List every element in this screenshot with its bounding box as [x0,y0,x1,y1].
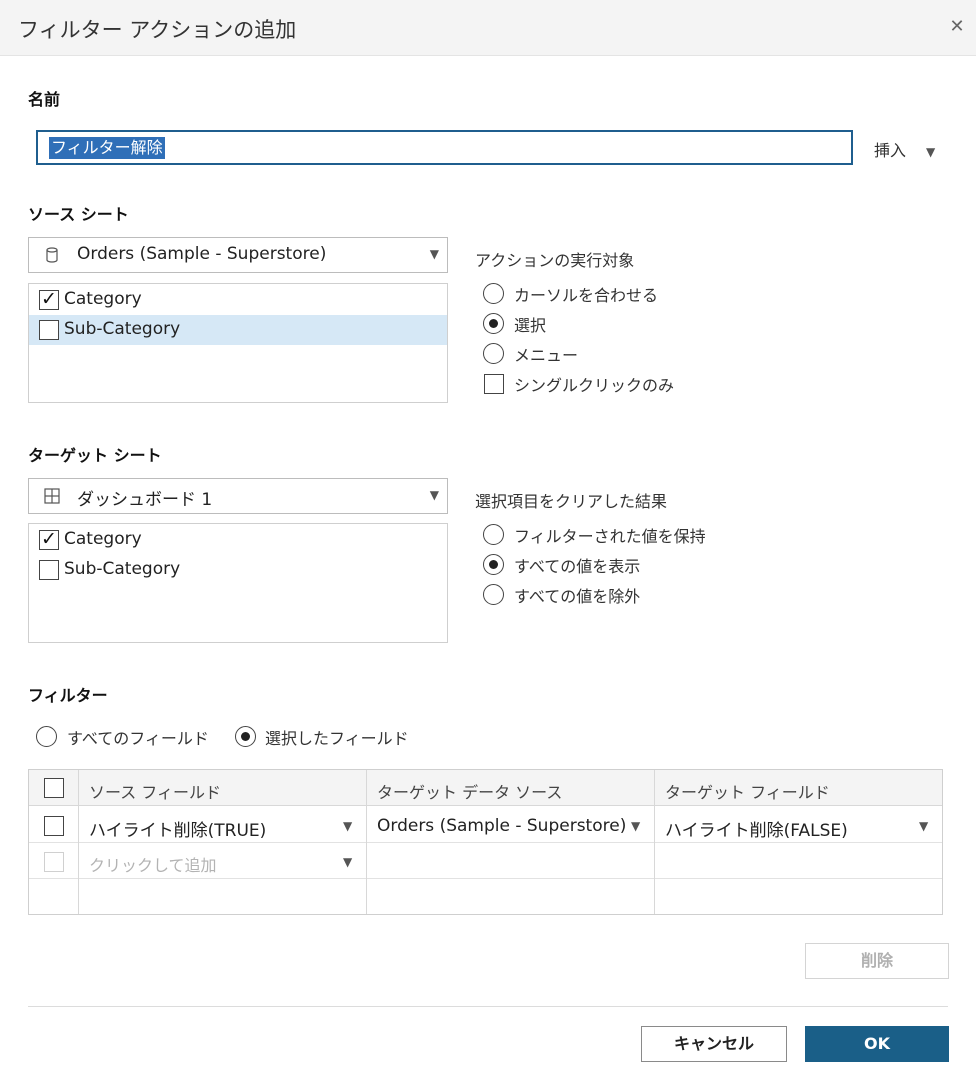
radio-select[interactable] [483,313,504,334]
list-item[interactable]: Sub-Category [29,315,447,345]
source-sheet-dropdown[interactable]: Orders (Sample - Superstore) ▼ [28,237,448,273]
list-item[interactable]: Sub-Category [29,555,447,585]
chevron-down-icon: ▼ [429,247,439,261]
checkbox[interactable] [39,560,59,580]
list-item-label: Sub-Category [64,319,181,339]
column-header-source-field: ソース フィールド [89,783,221,802]
chevron-down-icon[interactable]: ▼ [919,819,928,833]
chevron-down-icon[interactable]: ▼ [343,855,352,869]
chevron-down-icon: ▼ [926,145,936,159]
add-field-placeholder[interactable]: クリックして追加 [89,852,339,876]
column-divider [366,770,367,914]
radio-all-fields[interactable] [36,726,57,747]
target-sheets-label: ターゲット シート [28,446,162,465]
radio-show-all-label: すべての値を表示 [514,557,641,576]
radio-all-fields-label: すべてのフィールド [67,729,209,748]
source-field-cell[interactable]: ハイライト削除(TRUE) [89,816,339,841]
list-item-label: Category [64,529,142,549]
list-item-label: Sub-Category [64,559,181,579]
insert-label: 挿入 [874,141,907,160]
radio-menu-label: メニュー [514,346,579,365]
cancel-button[interactable]: キャンセル [641,1026,787,1062]
target-sheet-dropdown[interactable]: ダッシュボード 1 ▼ [28,478,448,514]
target-field-cell[interactable]: ハイライト削除(FALSE) [665,816,915,841]
column-divider [654,770,655,914]
run-action-on-heading: アクションの実行対象 [475,251,635,270]
select-all-checkbox[interactable] [44,778,64,798]
database-icon [46,247,58,263]
radio-selected-fields[interactable] [235,726,256,747]
name-input-value: フィルター解除 [49,137,165,159]
column-header-target-field: ターゲット フィールド [665,783,830,802]
source-sheets-label: ソース シート [28,205,129,224]
radio-exclude-all[interactable] [483,584,504,605]
chevron-down-icon: ▼ [429,488,439,502]
radio-menu[interactable] [483,343,504,364]
radio-hover[interactable] [483,283,504,304]
clear-selection-heading: 選択項目をクリアした結果 [475,492,668,511]
row-divider [29,842,942,843]
dialog-title: フィルター アクションの追加 [18,18,297,42]
list-item-label: Category [64,289,142,309]
target-sheet-value: ダッシュボード 1 [77,490,213,510]
single-click-label: シングルクリックのみ [514,376,675,395]
close-icon[interactable]: ✕ [946,16,968,38]
radio-show-all[interactable] [483,554,504,575]
radio-exclude-all-label: すべての値を除外 [514,587,641,606]
filter-label: フィルター [28,686,108,705]
source-sheet-value: Orders (Sample - Superstore) [77,244,327,264]
delete-button[interactable]: 削除 [805,943,949,979]
radio-keep-filtered[interactable] [483,524,504,545]
column-divider [78,770,79,914]
row-checkbox[interactable] [44,816,64,836]
row-divider [29,878,942,879]
name-label: 名前 [28,90,61,109]
footer-divider [28,1006,948,1007]
target-source-cell[interactable]: Orders (Sample - Superstore) [377,816,626,836]
dashboard-grid-icon [44,488,60,504]
ok-button[interactable]: OK [805,1026,949,1062]
target-sheet-list: Category Sub-Category [28,523,448,643]
list-item[interactable]: Category [29,285,447,315]
radio-selected-fields-label: 選択したフィールド [265,729,409,748]
radio-hover-label: カーソルを合わせる [514,286,659,305]
insert-menu-button[interactable]: 挿入 ▼ [874,137,935,161]
list-item[interactable]: Category [29,525,447,555]
checkbox[interactable] [39,288,59,310]
chevron-down-icon[interactable]: ▼ [631,819,640,833]
radio-keep-filtered-label: フィルターされた値を保持 [514,527,706,546]
checkbox[interactable] [39,528,59,550]
name-input[interactable]: フィルター解除 [36,130,853,165]
column-header-target-source: ターゲット データ ソース [377,783,563,802]
single-click-checkbox[interactable] [484,374,504,394]
source-sheet-list: Category Sub-Category [28,283,448,403]
radio-select-label: 選択 [514,316,547,335]
checkbox[interactable] [39,320,59,340]
chevron-down-icon[interactable]: ▼ [343,819,352,833]
field-mapping-table: ソース フィールド ターゲット データ ソース ターゲット フィールド ハイライ… [28,769,943,915]
add-row-checkbox [44,852,64,872]
